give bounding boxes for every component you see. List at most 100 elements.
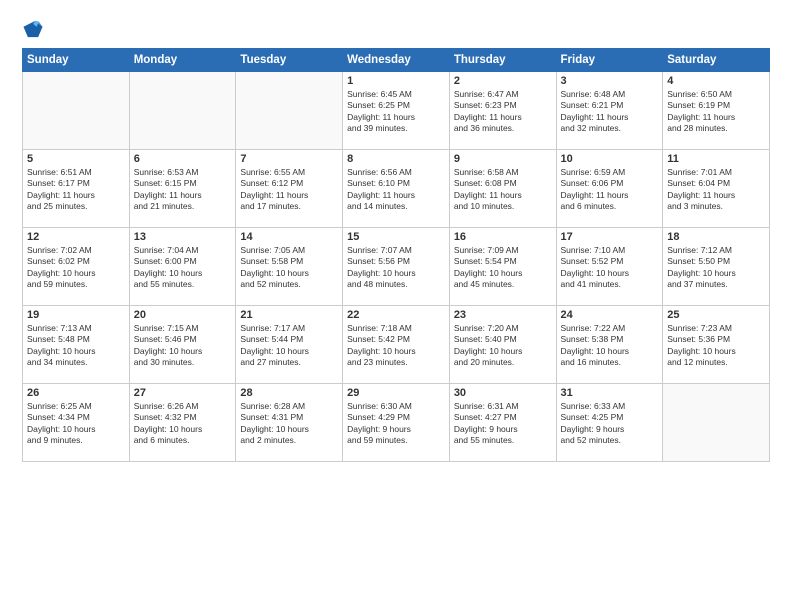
day-number: 9 <box>454 153 552 165</box>
day-number: 21 <box>240 309 338 321</box>
calendar-header-saturday: Saturday <box>663 49 770 72</box>
calendar-cell: 14 Sunrise: 7:05 AM Sunset: 5:58 PM Dayli… <box>236 228 343 306</box>
day-number: 30 <box>454 387 552 399</box>
calendar-cell: 28 Sunrise: 6:28 AM Sunset: 4:31 PM Dayli… <box>236 384 343 462</box>
day-number: 25 <box>667 309 765 321</box>
day-info: Sunrise: 6:58 AM Sunset: 6:08 PM Dayligh… <box>454 167 552 213</box>
day-info: Sunrise: 7:10 AM Sunset: 5:52 PM Dayligh… <box>561 245 659 291</box>
day-number: 15 <box>347 231 445 243</box>
calendar-cell: 9 Sunrise: 6:58 AM Sunset: 6:08 PM Daylig… <box>449 150 556 228</box>
day-number: 13 <box>134 231 232 243</box>
day-info: Sunrise: 7:22 AM Sunset: 5:38 PM Dayligh… <box>561 323 659 369</box>
day-number: 20 <box>134 309 232 321</box>
day-info: Sunrise: 7:05 AM Sunset: 5:58 PM Dayligh… <box>240 245 338 291</box>
calendar-cell: 12 Sunrise: 7:02 AM Sunset: 6:02 PM Dayli… <box>23 228 130 306</box>
day-number: 12 <box>27 231 125 243</box>
calendar-header-tuesday: Tuesday <box>236 49 343 72</box>
calendar-cell: 5 Sunrise: 6:51 AM Sunset: 6:17 PM Daylig… <box>23 150 130 228</box>
day-info: Sunrise: 7:20 AM Sunset: 5:40 PM Dayligh… <box>454 323 552 369</box>
day-info: Sunrise: 7:23 AM Sunset: 5:36 PM Dayligh… <box>667 323 765 369</box>
calendar-cell: 17 Sunrise: 7:10 AM Sunset: 5:52 PM Dayli… <box>556 228 663 306</box>
calendar-cell: 2 Sunrise: 6:47 AM Sunset: 6:23 PM Daylig… <box>449 72 556 150</box>
calendar-cell: 13 Sunrise: 7:04 AM Sunset: 6:00 PM Dayli… <box>129 228 236 306</box>
day-info: Sunrise: 6:28 AM Sunset: 4:31 PM Dayligh… <box>240 401 338 447</box>
calendar-cell: 11 Sunrise: 7:01 AM Sunset: 6:04 PM Dayli… <box>663 150 770 228</box>
day-number: 2 <box>454 75 552 87</box>
day-number: 5 <box>27 153 125 165</box>
day-number: 28 <box>240 387 338 399</box>
day-number: 1 <box>347 75 445 87</box>
day-number: 16 <box>454 231 552 243</box>
calendar-cell: 16Sunrise: 7:09 AM Sunset: 5:54 PM Dayli… <box>449 228 556 306</box>
day-info: Sunrise: 6:48 AM Sunset: 6:21 PM Dayligh… <box>561 89 659 135</box>
calendar-cell <box>236 72 343 150</box>
calendar-cell: 3Sunrise: 6:48 AM Sunset: 6:21 PM Daylig… <box>556 72 663 150</box>
day-info: Sunrise: 7:04 AM Sunset: 6:00 PM Dayligh… <box>134 245 232 291</box>
day-info: Sunrise: 6:55 AM Sunset: 6:12 PM Dayligh… <box>240 167 338 213</box>
calendar-cell: 8 Sunrise: 6:56 AM Sunset: 6:10 PM Daylig… <box>343 150 450 228</box>
calendar-cell: 18 Sunrise: 7:12 AM Sunset: 5:50 PM Dayli… <box>663 228 770 306</box>
day-number: 18 <box>667 231 765 243</box>
day-number: 6 <box>134 153 232 165</box>
day-number: 24 <box>561 309 659 321</box>
day-info: Sunrise: 6:25 AM Sunset: 4:34 PM Dayligh… <box>27 401 125 447</box>
calendar-cell: 31Sunrise: 6:33 AM Sunset: 4:25 PM Dayli… <box>556 384 663 462</box>
calendar-week-1: 5 Sunrise: 6:51 AM Sunset: 6:17 PM Daylig… <box>23 150 770 228</box>
calendar-header-friday: Friday <box>556 49 663 72</box>
day-info: Sunrise: 7:12 AM Sunset: 5:50 PM Dayligh… <box>667 245 765 291</box>
calendar-cell: 7 Sunrise: 6:55 AM Sunset: 6:12 PM Daylig… <box>236 150 343 228</box>
day-info: Sunrise: 7:15 AM Sunset: 5:46 PM Dayligh… <box>134 323 232 369</box>
day-info: Sunrise: 6:53 AM Sunset: 6:15 PM Dayligh… <box>134 167 232 213</box>
day-number: 17 <box>561 231 659 243</box>
calendar-cell: 1Sunrise: 6:45 AM Sunset: 6:25 PM Daylig… <box>343 72 450 150</box>
day-info: Sunrise: 7:18 AM Sunset: 5:42 PM Dayligh… <box>347 323 445 369</box>
calendar-week-4: 26 Sunrise: 6:25 AM Sunset: 4:34 PM Dayli… <box>23 384 770 462</box>
day-number: 29 <box>347 387 445 399</box>
day-number: 7 <box>240 153 338 165</box>
day-number: 19 <box>27 309 125 321</box>
calendar-cell: 10Sunrise: 6:59 AM Sunset: 6:06 PM Dayli… <box>556 150 663 228</box>
day-number: 27 <box>134 387 232 399</box>
day-info: Sunrise: 6:47 AM Sunset: 6:23 PM Dayligh… <box>454 89 552 135</box>
day-info: Sunrise: 7:17 AM Sunset: 5:44 PM Dayligh… <box>240 323 338 369</box>
calendar-cell: 26 Sunrise: 6:25 AM Sunset: 4:34 PM Dayli… <box>23 384 130 462</box>
calendar-week-3: 19Sunrise: 7:13 AM Sunset: 5:48 PM Dayli… <box>23 306 770 384</box>
calendar-cell: 21 Sunrise: 7:17 AM Sunset: 5:44 PM Dayli… <box>236 306 343 384</box>
calendar-cell: 19Sunrise: 7:13 AM Sunset: 5:48 PM Dayli… <box>23 306 130 384</box>
calendar-header-monday: Monday <box>129 49 236 72</box>
day-number: 10 <box>561 153 659 165</box>
calendar-cell <box>23 72 130 150</box>
calendar-cell <box>663 384 770 462</box>
calendar-cell: 27 Sunrise: 6:26 AM Sunset: 4:32 PM Dayli… <box>129 384 236 462</box>
day-number: 4 <box>667 75 765 87</box>
day-number: 22 <box>347 309 445 321</box>
header <box>22 18 770 40</box>
calendar-header-thursday: Thursday <box>449 49 556 72</box>
day-info: Sunrise: 7:02 AM Sunset: 6:02 PM Dayligh… <box>27 245 125 291</box>
logo-icon <box>22 18 44 40</box>
calendar-header-sunday: Sunday <box>23 49 130 72</box>
calendar-cell: 4 Sunrise: 6:50 AM Sunset: 6:19 PM Daylig… <box>663 72 770 150</box>
calendar-cell: 25 Sunrise: 7:23 AM Sunset: 5:36 PM Dayli… <box>663 306 770 384</box>
day-number: 26 <box>27 387 125 399</box>
day-info: Sunrise: 6:51 AM Sunset: 6:17 PM Dayligh… <box>27 167 125 213</box>
day-number: 8 <box>347 153 445 165</box>
day-info: Sunrise: 7:07 AM Sunset: 5:56 PM Dayligh… <box>347 245 445 291</box>
logo <box>22 18 48 40</box>
calendar-cell: 22 Sunrise: 7:18 AM Sunset: 5:42 PM Dayli… <box>343 306 450 384</box>
calendar-cell: 24 Sunrise: 7:22 AM Sunset: 5:38 PM Dayli… <box>556 306 663 384</box>
day-info: Sunrise: 6:26 AM Sunset: 4:32 PM Dayligh… <box>134 401 232 447</box>
day-info: Sunrise: 7:01 AM Sunset: 6:04 PM Dayligh… <box>667 167 765 213</box>
calendar-cell: 20 Sunrise: 7:15 AM Sunset: 5:46 PM Dayli… <box>129 306 236 384</box>
day-info: Sunrise: 6:30 AM Sunset: 4:29 PM Dayligh… <box>347 401 445 447</box>
day-info: Sunrise: 6:31 AM Sunset: 4:27 PM Dayligh… <box>454 401 552 447</box>
day-number: 31 <box>561 387 659 399</box>
calendar-week-0: 1Sunrise: 6:45 AM Sunset: 6:25 PM Daylig… <box>23 72 770 150</box>
day-info: Sunrise: 6:56 AM Sunset: 6:10 PM Dayligh… <box>347 167 445 213</box>
day-number: 11 <box>667 153 765 165</box>
calendar-cell: 29 Sunrise: 6:30 AM Sunset: 4:29 PM Dayli… <box>343 384 450 462</box>
calendar-cell: 23Sunrise: 7:20 AM Sunset: 5:40 PM Dayli… <box>449 306 556 384</box>
day-info: Sunrise: 6:50 AM Sunset: 6:19 PM Dayligh… <box>667 89 765 135</box>
calendar-week-2: 12 Sunrise: 7:02 AM Sunset: 6:02 PM Dayli… <box>23 228 770 306</box>
day-number: 14 <box>240 231 338 243</box>
